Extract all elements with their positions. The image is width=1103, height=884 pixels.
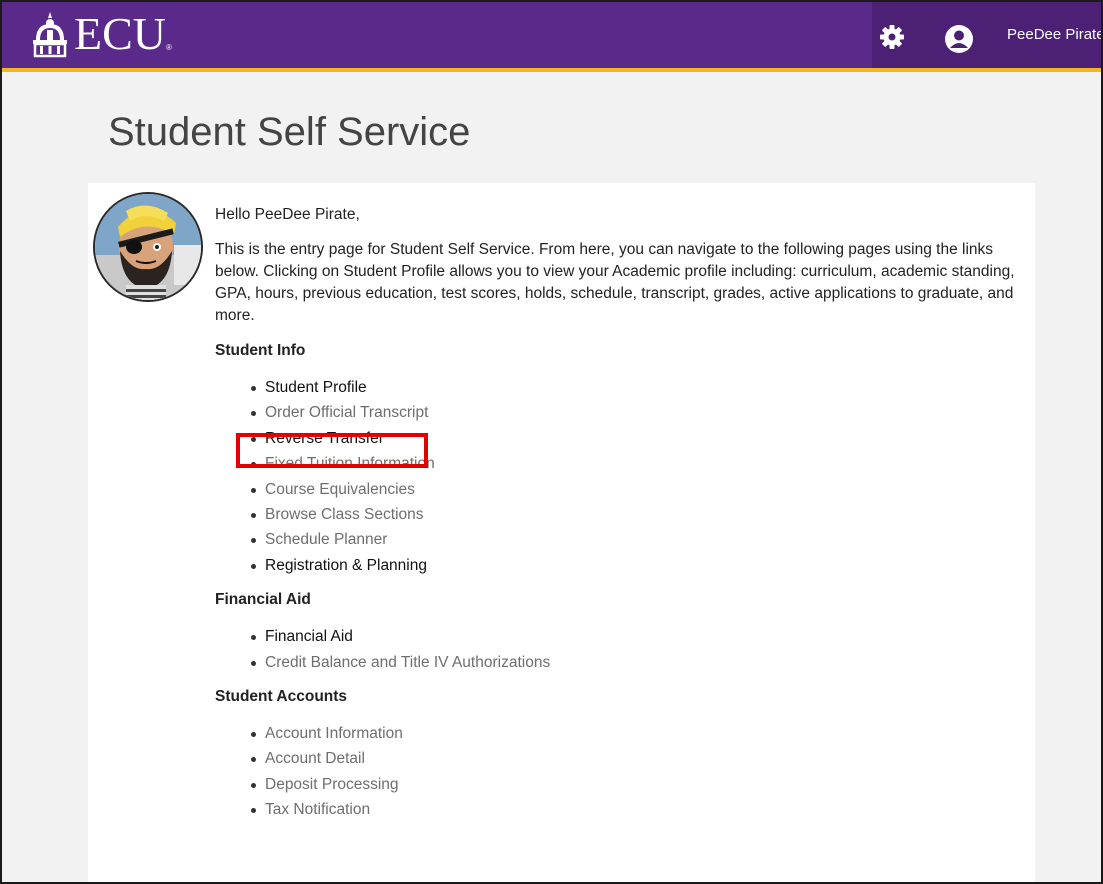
cupola-icon: [33, 12, 67, 58]
link-student-profile[interactable]: Student Profile: [251, 375, 1030, 400]
section-heading-student-accounts: Student Accounts: [215, 688, 348, 706]
link-browse-class-sections[interactable]: Browse Class Sections: [251, 502, 1030, 527]
link-registration-planning[interactable]: Registration & Planning: [251, 553, 1030, 578]
link-tax-notification[interactable]: Tax Notification: [251, 797, 1030, 822]
link-order-official-transcript[interactable]: Order Official Transcript: [251, 400, 1030, 425]
student-info-links: Student Profile Order Official Transcrip…: [215, 375, 1030, 578]
highlight-box-reverse-transfer: [236, 433, 428, 468]
top-navigation-bar: ECU ® PeeDee Pirate: [2, 2, 1101, 72]
page-title: Student Self Service: [108, 110, 471, 154]
app-window: ECU ® PeeDee Pirate Student Self Service: [0, 0, 1103, 884]
student-accounts-links: Account Information Account Detail Depos…: [215, 721, 1030, 823]
section-heading-student-info: Student Info: [215, 342, 306, 359]
link-credit-balance-title-iv[interactable]: Credit Balance and Title IV Authorizatio…: [251, 650, 1030, 675]
pirate-mascot-avatar: [93, 192, 203, 302]
intro-paragraph: This is the entry page for Student Self …: [215, 241, 1015, 324]
greeting-text: Hello PeeDee Pirate,: [215, 206, 360, 223]
username-label[interactable]: PeeDee Pirate: [1007, 26, 1101, 43]
registered-mark: ®: [166, 43, 172, 52]
link-account-detail[interactable]: Account Detail: [251, 746, 1030, 771]
user-icon[interactable]: [944, 24, 974, 54]
link-course-equivalencies[interactable]: Course Equivalencies: [251, 477, 1030, 502]
section-heading-financial-aid: Financial Aid: [215, 591, 311, 609]
logo-text: ECU: [74, 8, 166, 59]
financial-aid-links: Financial Aid Credit Balance and Title I…: [215, 624, 1030, 675]
link-financial-aid[interactable]: Financial Aid: [251, 624, 1030, 649]
link-schedule-planner[interactable]: Schedule Planner: [251, 527, 1030, 552]
link-account-information[interactable]: Account Information: [251, 721, 1030, 746]
main-content: Hello PeeDee Pirate, This is the entry p…: [215, 205, 1030, 835]
gear-icon[interactable]: [879, 24, 905, 50]
ecu-logo[interactable]: ECU ®: [30, 8, 172, 60]
link-deposit-processing[interactable]: Deposit Processing: [251, 772, 1030, 797]
